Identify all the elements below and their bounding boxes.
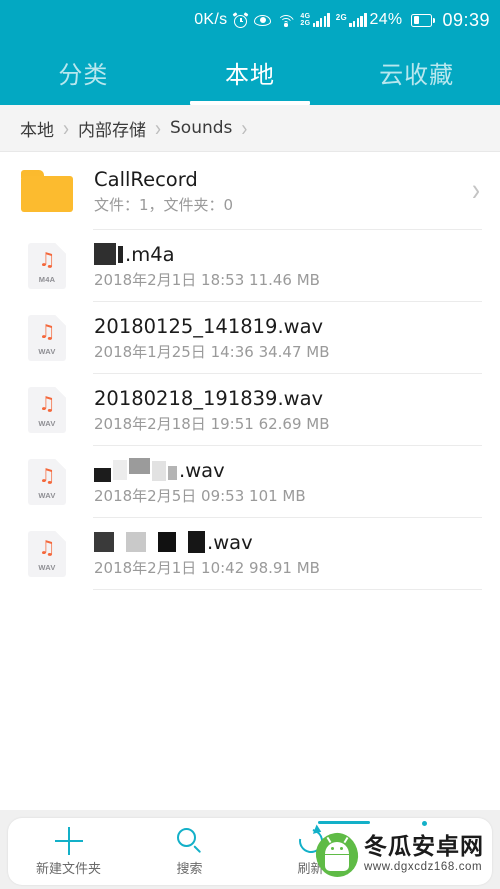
file-extension-label: WAV [38,419,56,428]
redaction-block [113,460,127,480]
file-meta: 2018年1月25日 14:36 34.47 MB [94,342,330,361]
redaction-block [158,532,176,552]
audio-file-icon: ♫ WAV [18,459,76,505]
plus-icon [54,826,83,856]
file-row[interactable]: ♫ M4A .m4a 2018年2月1日 18:53 11.46 MB [0,230,500,302]
file-name: .m4a [94,242,486,267]
tab-categories[interactable]: 分类 [0,40,167,105]
breadcrumb-item-local[interactable]: 本地 [20,116,54,141]
tab-cloud-favorites-label: 云收藏 [379,61,455,89]
redaction-block [168,466,177,480]
file-list: CallRecord 文件：1，文件夹：0 › ♫ M4A .m4a 2018年2月1日 1… [0,152,500,810]
redaction-block [94,468,111,482]
redaction-block [126,532,146,552]
file-meta: 2018年2月18日 19:51 62.69 MB [94,414,330,433]
folder-meta: 文件：1，文件夹：0 [94,195,234,214]
redaction-block [94,243,116,265]
audio-file-icon: ♫ M4A [18,243,76,289]
redaction-block [148,532,156,552]
redaction-block [129,458,150,474]
network-speed-text: 0K/s [194,11,228,28]
file-name-text: 20180218_191839.wav [94,386,324,410]
sim1-network-sub-label: 2G [300,20,311,27]
redaction-block [188,531,205,553]
tab-local[interactable]: 本地 [167,40,334,105]
row-text-block: 20180125_141819.wav 2018年1月25日 14:36 34.4… [94,314,486,363]
file-extension-label: M4A [38,275,56,284]
redaction-block [94,532,114,552]
redaction-block [118,245,123,263]
file-name-text: CallRecord [94,167,198,191]
file-name-text: 20180125_141819.wav [94,314,324,338]
battery-icon [408,13,436,27]
file-row[interactable]: ♫ WAV 20180125_141819.wav 2018年1月25日 14:36 … [0,302,500,374]
refresh-label: 刷新 [297,862,324,877]
audio-file-icon: ♫ WAV [18,531,76,577]
chevron-right-icon: › [63,115,69,141]
file-name-text: .m4a [125,242,175,266]
bottom-toolbar: 新建文件夹 搜索 刷新 冬瓜安卓网 www.dgxcdz168.com [0,810,500,889]
refresh-button[interactable]: 刷新 [250,824,371,877]
file-name-text: .wav [179,458,225,482]
file-name-text: .wav [207,530,253,554]
row-text-block: .m4a 2018年2月1日 18:53 11.46 MB [94,242,486,291]
file-row[interactable]: ♫ WAV .wav 2018年2月1日 10:42 98.91 MB [0,518,500,590]
chevron-right-icon: › [241,115,248,141]
refresh-icon [293,824,328,858]
redaction-block [152,461,166,481]
chevron-right-icon: › [155,115,161,141]
folder-icon [18,170,76,212]
sim1-network-label: 4G [300,12,311,20]
row-text-block: .wav 2018年2月1日 10:42 98.91 MB [94,530,486,579]
folder-name: CallRecord [94,167,472,192]
tab-bar: 分类 本地 云收藏 [0,40,500,105]
file-name: .wav [94,458,486,483]
new-folder-label: 新建文件夹 [35,862,101,877]
folder-row[interactable]: CallRecord 文件：1，文件夹：0 › [0,152,500,230]
status-bar-clock: 09:39 [442,10,490,30]
battery-percent-text: 24% [369,11,403,28]
file-extension-label: WAV [38,563,56,572]
file-extension-label: WAV [38,491,56,500]
file-extension-label: WAV [38,347,56,356]
breadcrumb-item-sounds[interactable]: Sounds [170,118,232,138]
sim2-network-label: 2G [335,13,348,22]
breadcrumb-item-internal-storage[interactable]: 内部存储 [78,116,146,141]
tab-local-label: 本地 [225,61,275,89]
sim1-signal-icon: 4G 2G [300,12,330,28]
search-label: 搜索 [176,862,203,877]
row-text-block: 20180218_191839.wav 2018年2月18日 19:51 62.6… [94,386,486,435]
audio-file-icon: ♫ WAV [18,315,76,361]
chevron-right-icon[interactable]: › [472,175,486,206]
search-button[interactable]: 搜索 [129,826,250,877]
tab-cloud-favorites[interactable]: 云收藏 [333,40,500,105]
audio-file-icon: ♫ WAV [18,387,76,433]
file-row[interactable]: ♫ WAV .wav 2018年2月5日 09:53 101 MB [0,446,500,518]
tab-categories-label: 分类 [58,61,109,89]
file-name: 20180218_191839.wav [94,386,486,411]
file-meta: 2018年2月5日 09:53 101 MB [94,486,306,505]
file-meta: 2018年2月1日 10:42 98.91 MB [94,558,320,577]
file-name: .wav [94,530,486,555]
breadcrumb: 本地 › 内部存储 › Sounds › [0,105,500,152]
file-name: 20180125_141819.wav [94,314,486,339]
alarm-clock-icon [232,11,249,28]
wifi-icon [277,14,295,27]
redaction-block [178,532,186,552]
row-text-block: CallRecord 文件：1，文件夹：0 [94,167,472,216]
row-text-block: .wav 2018年2月5日 09:53 101 MB [94,458,486,507]
eye-care-icon [254,14,272,27]
file-manager-screen: 0K/s 4G 2G 2G 24% 09:39 分类 本地 云收藏 本地 › 内… [0,0,500,889]
status-bar: 0K/s 4G 2G 2G 24% 09:39 [0,0,500,40]
redaction-block [116,532,124,552]
file-meta: 2018年2月1日 18:53 11.46 MB [94,270,320,289]
search-icon [176,826,204,856]
sim2-signal-icon: 2G [336,13,367,27]
file-row[interactable]: ♫ WAV 20180218_191839.wav 2018年2月18日 19:51 … [0,374,500,446]
new-folder-button[interactable]: 新建文件夹 [8,826,129,877]
